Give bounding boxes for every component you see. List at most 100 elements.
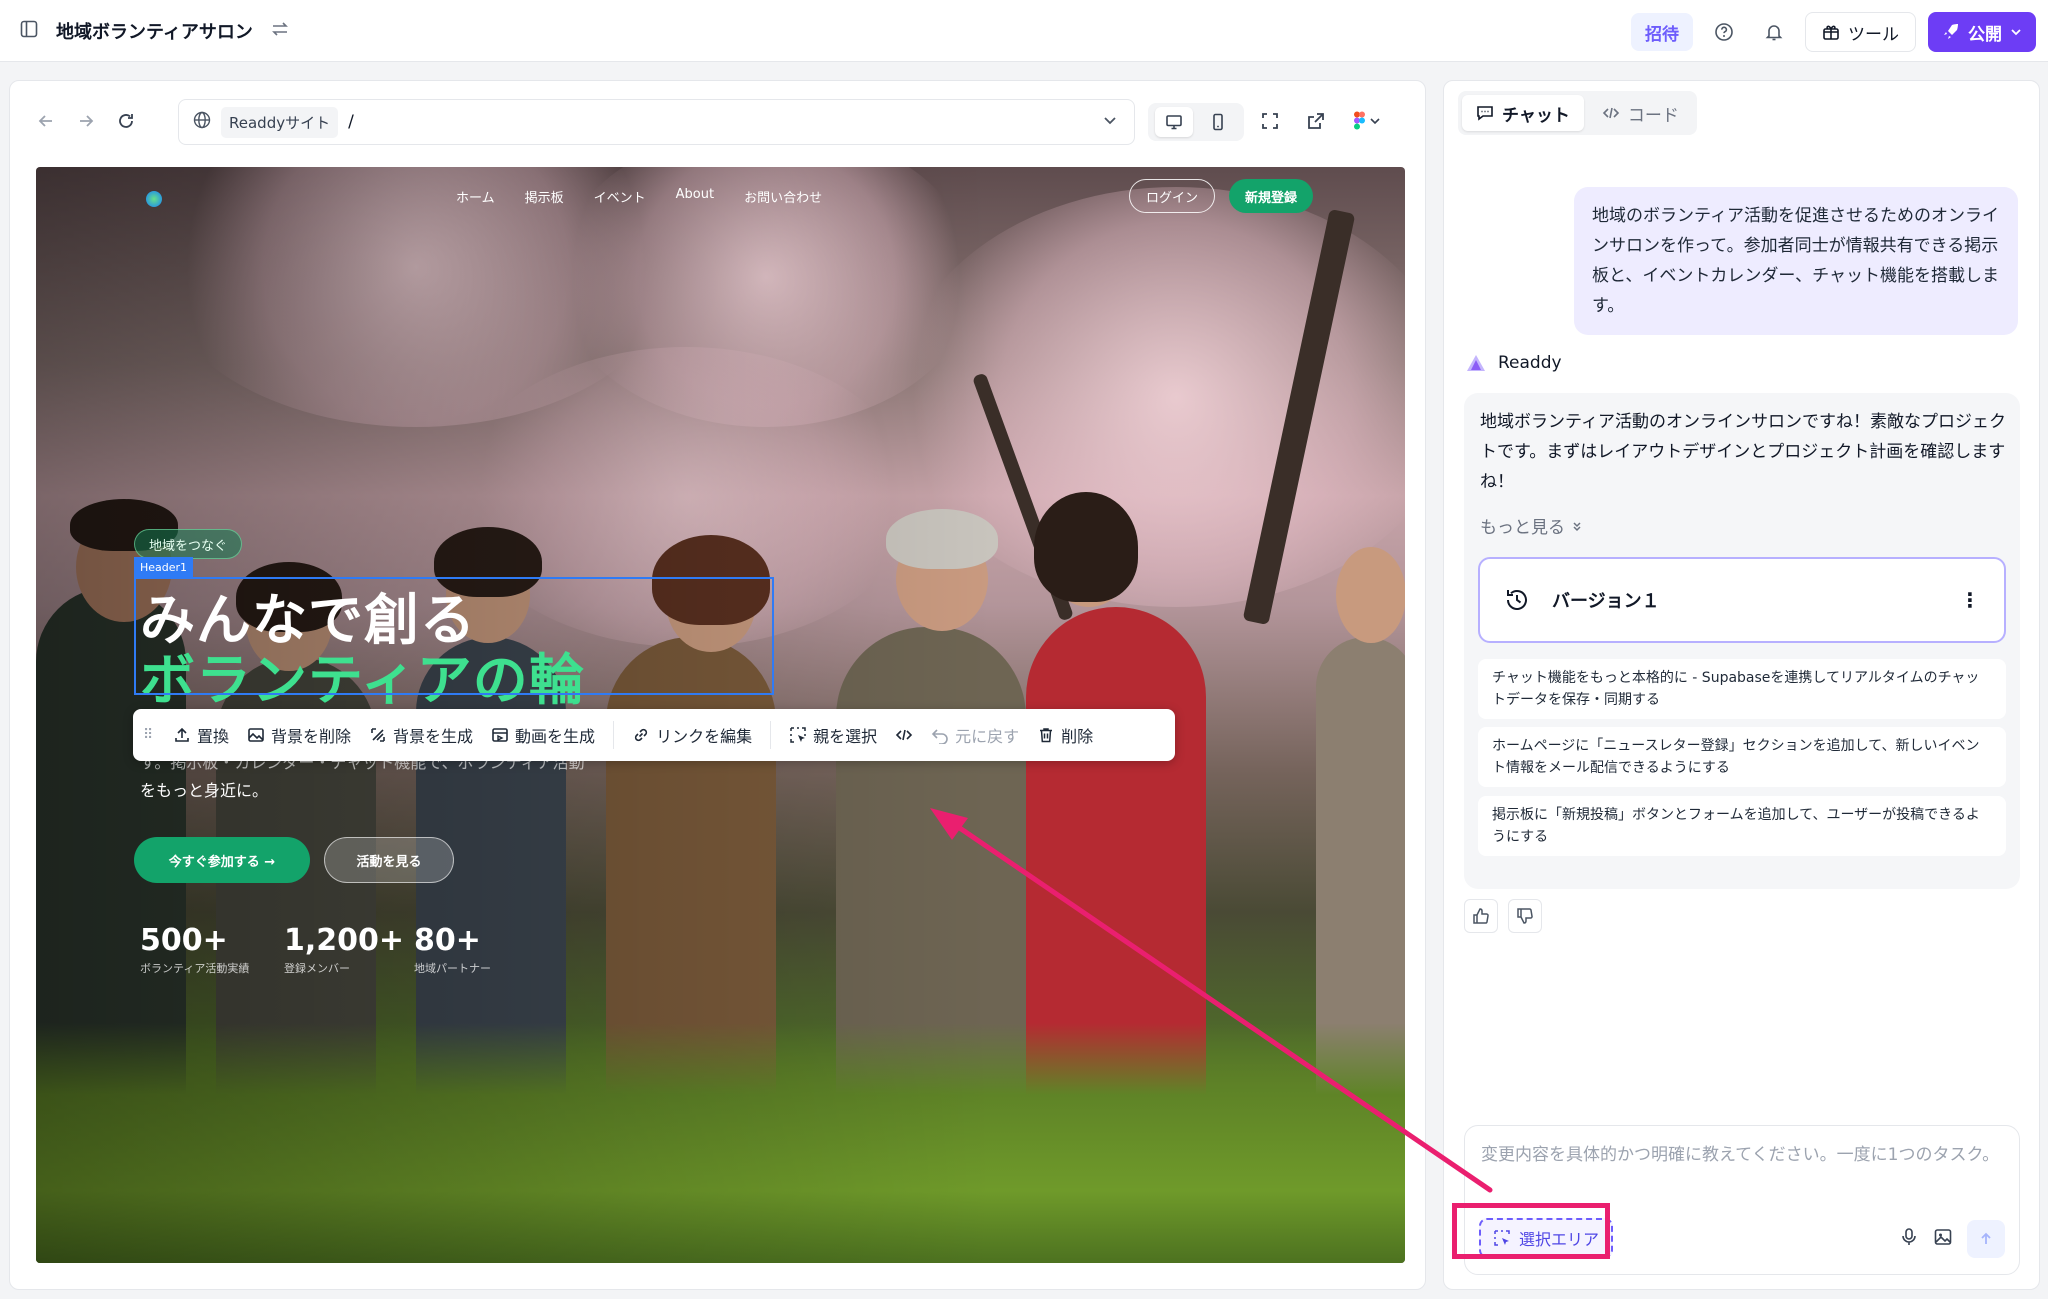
site-nav-about[interactable]: About bbox=[676, 187, 714, 206]
version-label: バージョン１ bbox=[1552, 591, 1660, 612]
stat-value: 500+ bbox=[140, 923, 228, 958]
annotation-highlight-box bbox=[1452, 1203, 1610, 1259]
stat-label: 地域パートナー bbox=[414, 962, 491, 975]
assistant-message-card: 地域ボランティア活動のオンラインサロンですね！素敵なプロジェクトです。まずはレイ… bbox=[1464, 393, 2020, 889]
invite-button[interactable]: 招待 bbox=[1631, 13, 1693, 51]
stat-members: 1,200+ 登録メンバー bbox=[284, 923, 404, 976]
assistant-header: Readdy bbox=[1466, 353, 1562, 373]
bell-icon[interactable] bbox=[1755, 13, 1793, 51]
thumbs-up-icon[interactable] bbox=[1464, 899, 1498, 933]
edit-link-tool[interactable]: リンクを編集 bbox=[632, 723, 752, 747]
show-more-label: もっと見る bbox=[1480, 518, 1565, 538]
fullscreen-icon[interactable] bbox=[1260, 111, 1280, 135]
site-nav-events[interactable]: イベント bbox=[594, 187, 646, 206]
suggestion-chip[interactable]: 掲示板に「新規投稿」ボタンとフォームを追加して、ユーザーが投稿できるようにする bbox=[1478, 796, 2006, 856]
tab-chat[interactable]: チャット bbox=[1462, 95, 1584, 131]
more-vertical-icon[interactable]: ⋮ bbox=[1960, 588, 1980, 612]
undo-label: 元に戻す bbox=[955, 727, 1020, 746]
assistant-message: 地域ボランティア活動のオンラインサロンですね！素敵なプロジェクトです。まずはレイ… bbox=[1480, 412, 2006, 492]
suggestion-chip[interactable]: ホームページに「ニュースレター登録」セクションを追加して、新しいイベント情報をメ… bbox=[1478, 727, 2006, 787]
composer-input[interactable]: 変更内容を具体的かつ明確に教えてください。一度に1つのタスク。 bbox=[1481, 1140, 2001, 1170]
site-nav: ホーム 掲示板 イベント About お問い合わせ bbox=[456, 187, 822, 206]
desktop-icon[interactable] bbox=[1155, 107, 1193, 137]
generate-background-label: 背景を生成 bbox=[393, 727, 474, 746]
tab-code[interactable]: コード bbox=[1588, 95, 1693, 131]
show-more-link[interactable]: もっと見る bbox=[1480, 513, 1583, 538]
undo-icon bbox=[931, 729, 948, 744]
url-path: / bbox=[348, 112, 354, 132]
tab-chat-label: チャット bbox=[1502, 105, 1570, 126]
upload-icon bbox=[175, 727, 189, 742]
selection-tag: Header1 bbox=[134, 557, 194, 577]
code-icon bbox=[1602, 107, 1619, 119]
replace-tool[interactable]: 置換 bbox=[173, 723, 229, 747]
suggestion-chip[interactable]: チャット機能をもっと本格的に - Supabaseを連携してリアルタイムのチャッ… bbox=[1478, 659, 2006, 719]
back-arrow-icon[interactable] bbox=[36, 111, 56, 135]
delete-label: 削除 bbox=[1061, 727, 1094, 746]
version-card[interactable]: バージョン１ ⋮ bbox=[1478, 557, 2006, 643]
toolbar-divider bbox=[613, 721, 615, 749]
external-link-icon[interactable] bbox=[1306, 111, 1326, 135]
browser-toolbar: Readdyサイト / bbox=[10, 81, 1427, 165]
site-nav-contact[interactable]: お問い合わせ bbox=[744, 187, 822, 206]
top-bar-left: 地域ボランティアサロン bbox=[20, 18, 289, 44]
select-parent-tool[interactable]: 親を選択 bbox=[789, 723, 877, 747]
microphone-icon[interactable] bbox=[1899, 1227, 1919, 1251]
drag-handle-icon[interactable]: ⠿ bbox=[143, 727, 155, 743]
select-parent-icon bbox=[790, 727, 806, 743]
join-now-button[interactable]: 今すぐ参加する → bbox=[134, 837, 310, 883]
chevron-down-icon bbox=[2011, 29, 2021, 36]
reload-icon[interactable] bbox=[116, 111, 136, 135]
composer-actions bbox=[1899, 1220, 2005, 1258]
panel-tabs: チャット コード bbox=[1458, 91, 1697, 135]
image-icon bbox=[248, 728, 264, 742]
mobile-icon[interactable] bbox=[1199, 107, 1237, 137]
history-nav bbox=[36, 111, 136, 135]
generate-background-tool[interactable]: 背景を生成 bbox=[369, 723, 473, 747]
website-preview[interactable]: ホーム 掲示板 イベント About お問い合わせ ログイン 新規登録 地域をつ… bbox=[36, 167, 1405, 1263]
stat-activities: 500+ ボランティア活動実績 bbox=[140, 923, 249, 976]
code-icon bbox=[895, 729, 913, 741]
site-signup-button[interactable]: 新規登録 bbox=[1229, 179, 1314, 213]
site-nav-home[interactable]: ホーム bbox=[456, 187, 495, 206]
double-chevron-down-icon bbox=[1573, 521, 1581, 531]
url-site-chip: Readdyサイト bbox=[221, 106, 339, 138]
tab-code-label: コード bbox=[1627, 105, 1679, 126]
generate-video-tool[interactable]: 動画を生成 bbox=[491, 723, 595, 747]
send-button[interactable] bbox=[1967, 1220, 2005, 1258]
sidebar-toggle-icon[interactable] bbox=[20, 20, 38, 42]
selection-outline bbox=[134, 577, 774, 695]
chevron-down-icon[interactable] bbox=[1102, 112, 1118, 132]
preview-panel: Readdyサイト / ホーム 掲示板 イベント About お問い合わせ ログ… bbox=[9, 80, 1426, 1290]
swap-icon[interactable] bbox=[271, 21, 289, 41]
view-activities-button[interactable]: 活動を見る bbox=[324, 837, 454, 883]
code-tool[interactable] bbox=[895, 726, 913, 744]
gift-icon bbox=[1823, 25, 1839, 40]
trash-icon bbox=[1040, 728, 1053, 743]
site-nav-board[interactable]: 掲示板 bbox=[525, 187, 564, 206]
delete-tool[interactable]: 削除 bbox=[1037, 723, 1093, 747]
site-logo-icon[interactable] bbox=[146, 191, 162, 207]
feedback-buttons bbox=[1464, 899, 1542, 933]
toolbar-divider bbox=[770, 721, 772, 749]
chat-bubble-icon bbox=[1477, 106, 1493, 121]
url-bar[interactable]: Readdyサイト / bbox=[178, 99, 1135, 145]
project-title: 地域ボランティアサロン bbox=[56, 22, 253, 43]
tool-button[interactable]: ツール bbox=[1805, 12, 1916, 52]
select-parent-label: 親を選択 bbox=[813, 727, 878, 746]
help-icon[interactable] bbox=[1705, 13, 1743, 51]
rocket-icon bbox=[1944, 24, 1958, 39]
thumbs-down-icon[interactable] bbox=[1508, 899, 1542, 933]
tool-button-label: ツール bbox=[1848, 24, 1899, 45]
image-upload-icon[interactable] bbox=[1933, 1227, 1953, 1251]
undo-tool[interactable]: 元に戻す bbox=[931, 723, 1019, 747]
remove-background-tool[interactable]: 背景を削除 bbox=[247, 723, 351, 747]
site-login-button[interactable]: ログイン bbox=[1129, 179, 1216, 213]
device-toggle bbox=[1148, 103, 1244, 141]
publish-button[interactable]: 公開 bbox=[1928, 12, 2036, 52]
forward-arrow-icon[interactable] bbox=[76, 111, 96, 135]
chat-panel: チャット コード 地域のボランティア活動を促進させるためのオンラインサロンを作っ… bbox=[1443, 80, 2040, 1290]
publish-button-label: 公開 bbox=[1968, 24, 2002, 45]
figma-icon[interactable] bbox=[1352, 111, 1380, 135]
remove-background-label: 背景を削除 bbox=[271, 727, 352, 746]
